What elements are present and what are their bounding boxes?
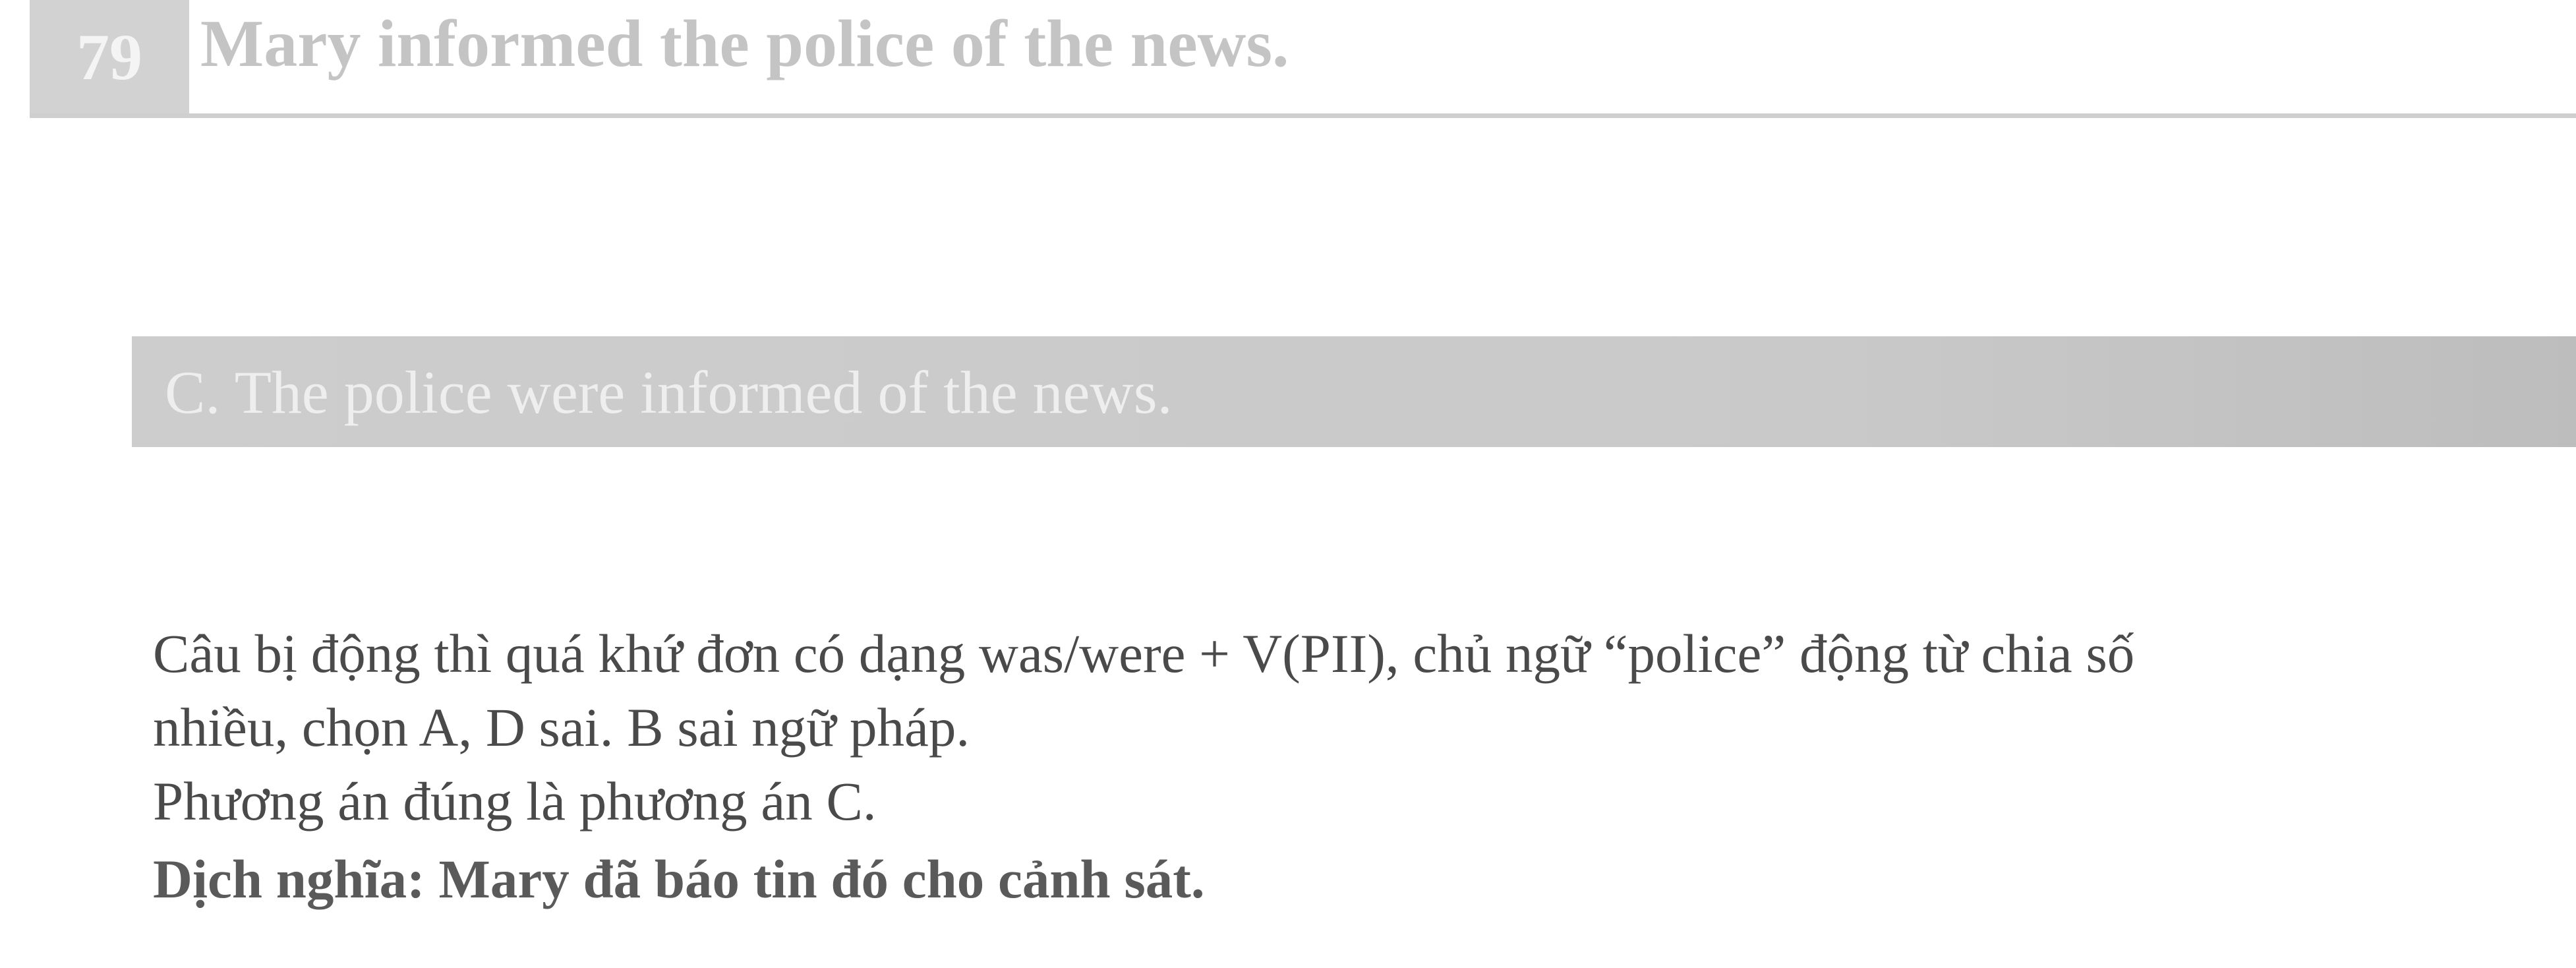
question-sentence: Mary informed the police of the news.	[200, 7, 1289, 81]
answer-band: C. The police were informed of the news.	[132, 336, 2576, 447]
explanation-line: Câu bị động thì quá khứ đơn có dạng was/…	[153, 623, 2135, 684]
explanation-line: nhiều, chọn A, D sai. B sai ngữ pháp.	[153, 697, 970, 758]
title-divider	[30, 113, 2576, 118]
translation: Dịch nghĩa: Mary đã báo tin đó cho cảnh …	[153, 849, 1205, 909]
question-number: 79	[30, 0, 189, 113]
answer-text: C. The police were informed of the news.	[165, 359, 1173, 426]
explanation-line: Phương án đúng là phương án C.	[153, 771, 877, 832]
explanation: Câu bị động thì quá khứ đơn có dạng was/…	[153, 617, 2134, 838]
